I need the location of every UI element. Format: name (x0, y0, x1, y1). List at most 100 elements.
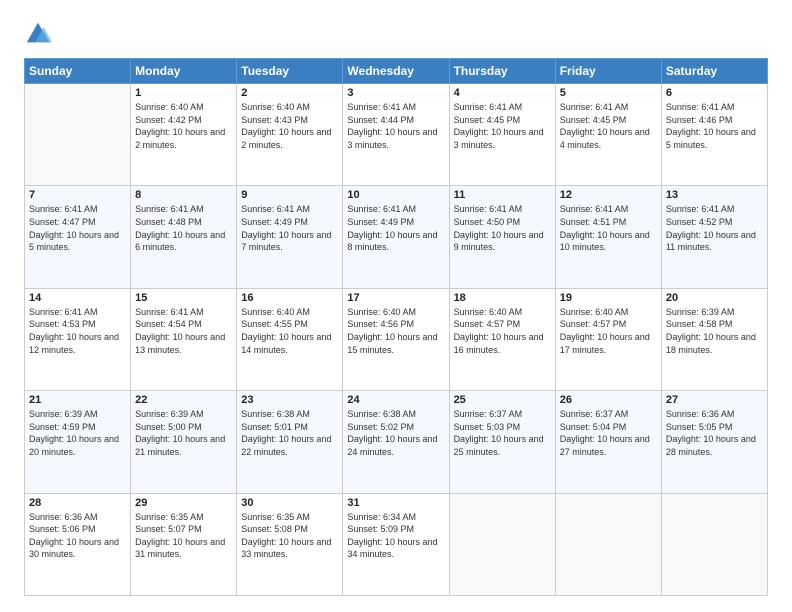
sunrise-text: Sunrise: 6:36 AM (666, 408, 763, 421)
calendar-cell: 22 Sunrise: 6:39 AM Sunset: 5:00 PM Dayl… (131, 391, 237, 493)
calendar-header-row: SundayMondayTuesdayWednesdayThursdayFrid… (25, 59, 768, 84)
calendar-cell: 30 Sunrise: 6:35 AM Sunset: 5:08 PM Dayl… (237, 493, 343, 595)
sunset-text: Sunset: 4:55 PM (241, 318, 338, 331)
sunrise-text: Sunrise: 6:41 AM (29, 306, 126, 319)
daylight-text: Daylight: 10 hours and 21 minutes. (135, 433, 232, 458)
weekday-header: Sunday (25, 59, 131, 84)
cell-content: Sunrise: 6:40 AM Sunset: 4:57 PM Dayligh… (560, 306, 657, 356)
sunset-text: Sunset: 4:44 PM (347, 114, 444, 127)
cell-content: Sunrise: 6:41 AM Sunset: 4:46 PM Dayligh… (666, 101, 763, 151)
day-number: 23 (241, 394, 338, 406)
cell-content: Sunrise: 6:38 AM Sunset: 5:01 PM Dayligh… (241, 408, 338, 458)
day-number: 31 (347, 497, 444, 509)
cell-content: Sunrise: 6:40 AM Sunset: 4:55 PM Dayligh… (241, 306, 338, 356)
day-number: 6 (666, 87, 763, 99)
daylight-text: Daylight: 10 hours and 15 minutes. (347, 331, 444, 356)
calendar-cell: 31 Sunrise: 6:34 AM Sunset: 5:09 PM Dayl… (343, 493, 449, 595)
sunset-text: Sunset: 4:42 PM (135, 114, 232, 127)
weekday-header: Monday (131, 59, 237, 84)
sunrise-text: Sunrise: 6:40 AM (454, 306, 551, 319)
daylight-text: Daylight: 10 hours and 22 minutes. (241, 433, 338, 458)
day-number: 15 (135, 292, 232, 304)
day-number: 20 (666, 292, 763, 304)
calendar-cell: 10 Sunrise: 6:41 AM Sunset: 4:49 PM Dayl… (343, 186, 449, 288)
sunset-text: Sunset: 4:57 PM (560, 318, 657, 331)
calendar-cell (555, 493, 661, 595)
daylight-text: Daylight: 10 hours and 2 minutes. (135, 126, 232, 151)
sunset-text: Sunset: 4:45 PM (454, 114, 551, 127)
sunset-text: Sunset: 4:54 PM (135, 318, 232, 331)
calendar-cell: 24 Sunrise: 6:38 AM Sunset: 5:02 PM Dayl… (343, 391, 449, 493)
cell-content: Sunrise: 6:41 AM Sunset: 4:50 PM Dayligh… (454, 203, 551, 253)
calendar-cell: 7 Sunrise: 6:41 AM Sunset: 4:47 PM Dayli… (25, 186, 131, 288)
cell-content: Sunrise: 6:34 AM Sunset: 5:09 PM Dayligh… (347, 511, 444, 561)
sunset-text: Sunset: 4:49 PM (241, 216, 338, 229)
calendar-cell: 26 Sunrise: 6:37 AM Sunset: 5:04 PM Dayl… (555, 391, 661, 493)
daylight-text: Daylight: 10 hours and 27 minutes. (560, 433, 657, 458)
cell-content: Sunrise: 6:41 AM Sunset: 4:48 PM Dayligh… (135, 203, 232, 253)
cell-content: Sunrise: 6:41 AM Sunset: 4:44 PM Dayligh… (347, 101, 444, 151)
cell-content: Sunrise: 6:40 AM Sunset: 4:57 PM Dayligh… (454, 306, 551, 356)
day-number: 12 (560, 189, 657, 201)
day-number: 27 (666, 394, 763, 406)
daylight-text: Daylight: 10 hours and 24 minutes. (347, 433, 444, 458)
day-number: 19 (560, 292, 657, 304)
cell-content: Sunrise: 6:41 AM Sunset: 4:52 PM Dayligh… (666, 203, 763, 253)
daylight-text: Daylight: 10 hours and 9 minutes. (454, 229, 551, 254)
calendar-week-row: 14 Sunrise: 6:41 AM Sunset: 4:53 PM Dayl… (25, 288, 768, 390)
page-header (24, 20, 768, 48)
cell-content: Sunrise: 6:40 AM Sunset: 4:43 PM Dayligh… (241, 101, 338, 151)
sunset-text: Sunset: 5:00 PM (135, 421, 232, 434)
logo-icon (24, 20, 52, 48)
calendar-cell: 12 Sunrise: 6:41 AM Sunset: 4:51 PM Dayl… (555, 186, 661, 288)
day-number: 14 (29, 292, 126, 304)
sunrise-text: Sunrise: 6:39 AM (666, 306, 763, 319)
daylight-text: Daylight: 10 hours and 20 minutes. (29, 433, 126, 458)
daylight-text: Daylight: 10 hours and 14 minutes. (241, 331, 338, 356)
sunrise-text: Sunrise: 6:39 AM (29, 408, 126, 421)
cell-content: Sunrise: 6:41 AM Sunset: 4:54 PM Dayligh… (135, 306, 232, 356)
day-number: 10 (347, 189, 444, 201)
logo (24, 20, 56, 48)
sunrise-text: Sunrise: 6:41 AM (454, 101, 551, 114)
sunrise-text: Sunrise: 6:38 AM (347, 408, 444, 421)
sunset-text: Sunset: 4:48 PM (135, 216, 232, 229)
sunset-text: Sunset: 5:08 PM (241, 523, 338, 536)
daylight-text: Daylight: 10 hours and 2 minutes. (241, 126, 338, 151)
cell-content: Sunrise: 6:39 AM Sunset: 5:00 PM Dayligh… (135, 408, 232, 458)
sunset-text: Sunset: 5:05 PM (666, 421, 763, 434)
day-number: 26 (560, 394, 657, 406)
calendar-cell: 3 Sunrise: 6:41 AM Sunset: 4:44 PM Dayli… (343, 84, 449, 186)
weekday-header: Saturday (661, 59, 767, 84)
sunrise-text: Sunrise: 6:41 AM (560, 101, 657, 114)
daylight-text: Daylight: 10 hours and 8 minutes. (347, 229, 444, 254)
day-number: 5 (560, 87, 657, 99)
calendar-cell: 13 Sunrise: 6:41 AM Sunset: 4:52 PM Dayl… (661, 186, 767, 288)
sunrise-text: Sunrise: 6:35 AM (241, 511, 338, 524)
cell-content: Sunrise: 6:37 AM Sunset: 5:04 PM Dayligh… (560, 408, 657, 458)
cell-content: Sunrise: 6:36 AM Sunset: 5:06 PM Dayligh… (29, 511, 126, 561)
daylight-text: Daylight: 10 hours and 4 minutes. (560, 126, 657, 151)
calendar-cell: 28 Sunrise: 6:36 AM Sunset: 5:06 PM Dayl… (25, 493, 131, 595)
daylight-text: Daylight: 10 hours and 13 minutes. (135, 331, 232, 356)
cell-content: Sunrise: 6:41 AM Sunset: 4:51 PM Dayligh… (560, 203, 657, 253)
cell-content: Sunrise: 6:38 AM Sunset: 5:02 PM Dayligh… (347, 408, 444, 458)
sunrise-text: Sunrise: 6:41 AM (454, 203, 551, 216)
daylight-text: Daylight: 10 hours and 3 minutes. (454, 126, 551, 151)
weekday-header: Wednesday (343, 59, 449, 84)
day-number: 28 (29, 497, 126, 509)
sunset-text: Sunset: 4:49 PM (347, 216, 444, 229)
calendar-cell: 25 Sunrise: 6:37 AM Sunset: 5:03 PM Dayl… (449, 391, 555, 493)
cell-content: Sunrise: 6:40 AM Sunset: 4:42 PM Dayligh… (135, 101, 232, 151)
calendar-cell: 1 Sunrise: 6:40 AM Sunset: 4:42 PM Dayli… (131, 84, 237, 186)
sunrise-text: Sunrise: 6:39 AM (135, 408, 232, 421)
sunset-text: Sunset: 4:58 PM (666, 318, 763, 331)
daylight-text: Daylight: 10 hours and 7 minutes. (241, 229, 338, 254)
sunrise-text: Sunrise: 6:41 AM (135, 306, 232, 319)
daylight-text: Daylight: 10 hours and 30 minutes. (29, 536, 126, 561)
cell-content: Sunrise: 6:41 AM Sunset: 4:53 PM Dayligh… (29, 306, 126, 356)
sunrise-text: Sunrise: 6:40 AM (560, 306, 657, 319)
daylight-text: Daylight: 10 hours and 6 minutes. (135, 229, 232, 254)
cell-content: Sunrise: 6:37 AM Sunset: 5:03 PM Dayligh… (454, 408, 551, 458)
calendar-page: SundayMondayTuesdayWednesdayThursdayFrid… (0, 0, 792, 612)
